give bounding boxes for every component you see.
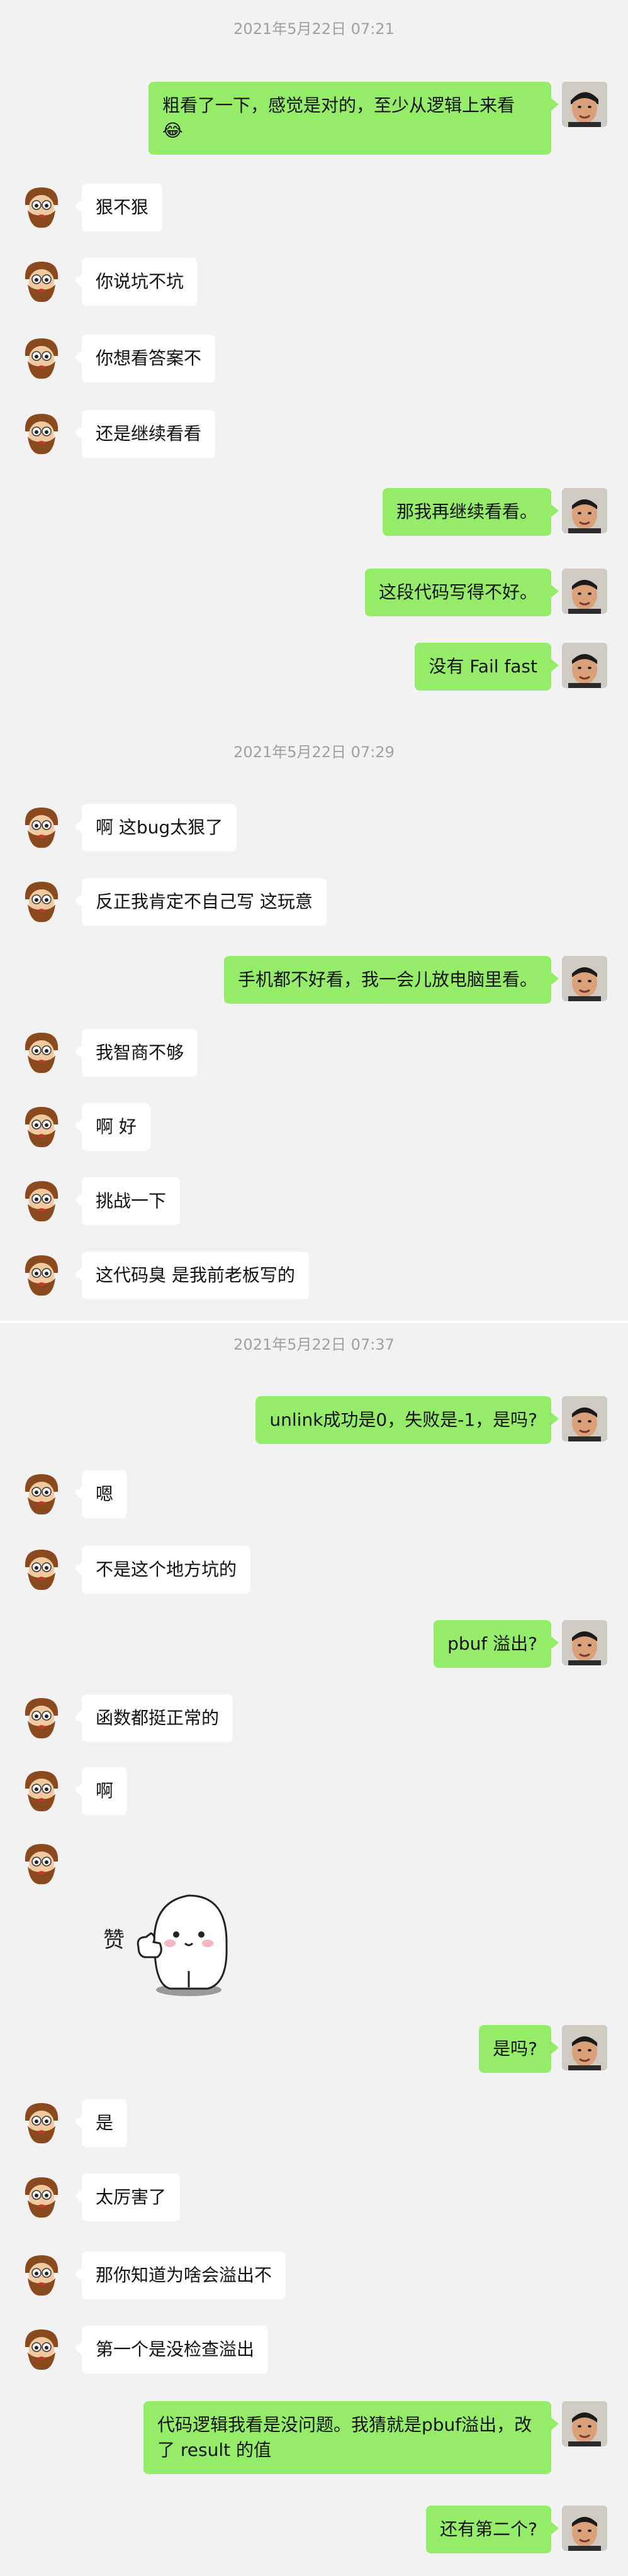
message-bubble[interactable]: 啊 好 — [74, 1103, 150, 1151]
avatar-bearded-cartoon[interactable] — [19, 1252, 64, 1297]
avatar-self[interactable] — [562, 82, 607, 127]
message-text: 你想看答案不 — [96, 348, 202, 369]
message-text: 嗯 — [96, 1484, 114, 1504]
avatar-self[interactable] — [562, 1620, 607, 1665]
avatar-self[interactable] — [562, 643, 607, 688]
avatar-bearded-cartoon[interactable] — [19, 2326, 64, 2371]
message-text: 没有 Fail fast — [429, 656, 537, 677]
message-text: pbuf 溢出? — [447, 1633, 537, 1654]
message-bubble[interactable]: 是吗? — [479, 2025, 559, 2073]
laughing-emoji-icon: 😂 — [162, 120, 183, 141]
avatar-bearded-cartoon[interactable] — [19, 1029, 64, 1074]
message-text: 代码逻辑我看是没问题。我猜就是pbuf溢出，改了 result 的值 — [157, 2414, 532, 2460]
message-bubble[interactable]: 啊 这bug太狠了 — [74, 804, 237, 852]
avatar-self[interactable] — [562, 2506, 607, 2551]
avatar-bearded-cartoon[interactable] — [19, 184, 64, 229]
avatar-bearded-cartoon[interactable] — [19, 804, 64, 849]
message-text: 是 — [96, 2112, 114, 2133]
sticker-text: 赞 — [103, 1928, 125, 1953]
message-bubble[interactable]: pbuf 溢出? — [434, 1620, 559, 1668]
message-bubble[interactable]: 嗯 — [74, 1470, 128, 1518]
message-bubble[interactable]: 这段代码写得不好。 — [364, 569, 559, 616]
avatar-self[interactable] — [562, 569, 607, 614]
message-bubble[interactable]: 函数都挺正常的 — [74, 1694, 233, 1742]
message-text: unlink成功是0，失败是-1，是吗? — [269, 1409, 537, 1430]
thumbs-up-sticker[interactable]: 赞 — [94, 1877, 245, 2005]
message-text: 狠不狠 — [96, 197, 149, 218]
message-text: 挑战一下 — [96, 1191, 167, 1211]
avatar-bearded-cartoon[interactable] — [19, 1103, 64, 1148]
message-text: 那我再继续看看。 — [396, 501, 537, 522]
avatar-self[interactable] — [562, 488, 607, 533]
avatar-bearded-cartoon[interactable] — [19, 2099, 64, 2145]
message-text: 这代码臭 是我前老板写的 — [96, 1265, 295, 1285]
avatar-self[interactable] — [562, 2401, 607, 2446]
message-text: 啊 — [96, 1780, 114, 1801]
message-bubble[interactable]: 我智商不够 — [74, 1029, 198, 1077]
message-text: 函数都挺正常的 — [96, 1707, 220, 1728]
avatar-bearded-cartoon[interactable] — [19, 410, 64, 455]
message-bubble[interactable]: 挑战一下 — [74, 1177, 181, 1225]
message-bubble[interactable]: 粗看了一下，感觉是对的，至少从逻辑上来看 😂 — [149, 82, 559, 155]
message-bubble[interactable]: 第一个是没检查溢出 — [74, 2326, 269, 2373]
message-bubble[interactable]: 那你知道为啥会溢出不 — [74, 2251, 286, 2299]
message-bubble[interactable]: 还是继续看看 — [74, 410, 216, 458]
message-text: 手机都不好看，我一会儿放电脑里看。 — [237, 969, 537, 990]
message-text: 这段代码写得不好。 — [378, 582, 537, 602]
avatar-bearded-cartoon[interactable] — [19, 878, 64, 923]
message-text: 我智商不够 — [96, 1042, 184, 1063]
message-bubble[interactable]: 这代码臭 是我前老板写的 — [74, 1252, 309, 1299]
message-bubble[interactable]: 不是这个地方坑的 — [74, 1546, 251, 1594]
message-bubble[interactable]: 你想看答案不 — [74, 335, 216, 382]
message-bubble[interactable]: unlink成功是0，失败是-1，是吗? — [255, 1396, 559, 1444]
avatar-bearded-cartoon[interactable] — [19, 1767, 64, 1813]
message-bubble[interactable]: 太厉害了 — [74, 2174, 181, 2221]
message-bubble[interactable]: 没有 Fail fast — [415, 643, 559, 691]
avatar-self[interactable] — [562, 2025, 607, 2070]
message-text: 那你知道为啥会溢出不 — [96, 2265, 272, 2285]
avatar-self[interactable] — [562, 1396, 607, 1441]
message-text: 还有第二个? — [440, 2519, 537, 2540]
timestamp: 2021年5月22日 07:29 — [233, 743, 395, 761]
message-text: 还是继续看看 — [96, 423, 202, 444]
timestamp: 2021年5月22日 07:37 — [233, 1336, 395, 1353]
avatar-bearded-cartoon[interactable] — [19, 1694, 64, 1740]
message-text: 不是这个地方坑的 — [96, 1559, 237, 1580]
message-text: 粗看了一下，感觉是对的，至少从逻辑上来看 — [162, 95, 515, 116]
message-text: 你说坑不坑 — [96, 271, 184, 292]
message-bubble[interactable]: 代码逻辑我看是没问题。我猜就是pbuf溢出，改了 result 的值 — [143, 2401, 559, 2474]
message-bubble[interactable]: 啊 — [74, 1767, 128, 1815]
message-bubble[interactable]: 是 — [74, 2099, 128, 2147]
message-bubble[interactable]: 还有第二个? — [426, 2506, 559, 2553]
avatar-bearded-cartoon[interactable] — [19, 1470, 64, 1516]
message-text: 是吗? — [493, 2038, 537, 2059]
message-text: 第一个是没检查溢出 — [96, 2339, 255, 2360]
avatar-bearded-cartoon[interactable] — [19, 1546, 64, 1591]
message-bubble[interactable]: 那我再继续看看。 — [382, 488, 559, 536]
message-text: 啊 好 — [96, 1116, 137, 1137]
message-bubble[interactable]: 狠不狠 — [74, 184, 163, 231]
message-bubble[interactable]: 手机都不好看，我一会儿放电脑里看。 — [223, 956, 559, 1004]
timestamp: 2021年5月22日 07:21 — [233, 20, 395, 38]
avatar-self[interactable] — [562, 956, 607, 1001]
avatar-bearded-cartoon[interactable] — [19, 258, 64, 303]
avatar-bearded-cartoon[interactable] — [19, 1177, 64, 1223]
message-bubble[interactable]: 反正我肯定不自己写 这玩意 — [74, 878, 327, 926]
avatar-bearded-cartoon[interactable] — [19, 335, 64, 380]
message-text: 啊 这bug太狠了 — [96, 817, 223, 838]
message-text: 太厉害了 — [96, 2187, 167, 2207]
avatar-bearded-cartoon[interactable] — [19, 2174, 64, 2219]
avatar-bearded-cartoon[interactable] — [19, 2251, 64, 2297]
message-text: 反正我肯定不自己写 这玩意 — [96, 891, 313, 912]
message-bubble[interactable]: 你说坑不坑 — [74, 258, 198, 306]
avatar-bearded-cartoon[interactable] — [19, 1840, 64, 1885]
